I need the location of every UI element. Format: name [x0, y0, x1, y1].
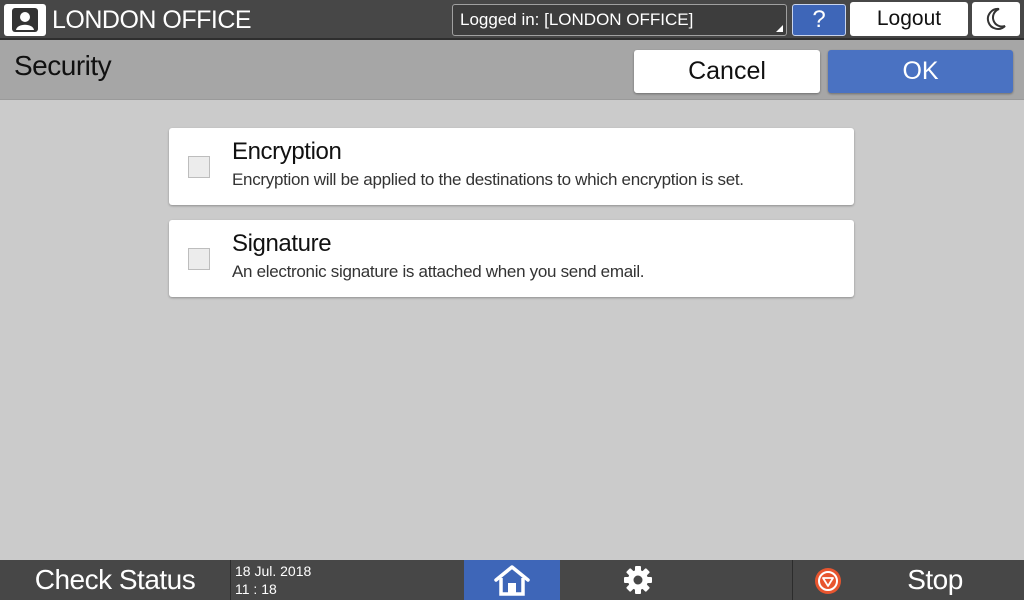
login-status-dropdown[interactable]: Logged in: [LONDON OFFICE] [452, 4, 787, 36]
bottom-bar: Check Status 18 Jul. 2018 11 : 18 Stop [0, 560, 1024, 600]
help-button[interactable]: ? [792, 4, 846, 36]
title-bar: Security Cancel OK [0, 40, 1024, 100]
divider [792, 560, 793, 600]
ok-button[interactable]: OK [828, 50, 1013, 93]
page-title: Security [14, 50, 112, 81]
home-icon [494, 565, 530, 596]
login-status-label: Logged in: [LONDON OFFICE] [460, 10, 694, 29]
energy-saver-button[interactable] [972, 2, 1020, 36]
option-encryption[interactable]: Encryption Encryption will be applied to… [169, 128, 854, 205]
cancel-button[interactable]: Cancel [634, 50, 820, 93]
logout-button[interactable]: Logout [850, 2, 968, 36]
date-time: 18 Jul. 2018 11 : 18 [235, 562, 311, 598]
time-label: 11 : 18 [235, 581, 277, 597]
settings-button[interactable] [560, 560, 716, 600]
stop-button[interactable]: Stop [880, 560, 990, 600]
check-status-button[interactable]: Check Status [0, 560, 230, 600]
stop-icon[interactable] [814, 567, 842, 595]
option-title: Encryption [232, 138, 342, 165]
encryption-checkbox[interactable] [188, 156, 210, 178]
option-description: An electronic signature is attached when… [232, 262, 645, 281]
gear-icon [624, 566, 652, 594]
dropdown-corner-icon [776, 25, 783, 32]
user-name: LONDON OFFICE [52, 6, 252, 34]
user-button[interactable] [4, 4, 46, 36]
home-button[interactable] [464, 560, 560, 600]
date-label: 18 Jul. 2018 [235, 563, 312, 579]
option-signature[interactable]: Signature An electronic signature is att… [169, 220, 854, 297]
signature-checkbox[interactable] [188, 248, 210, 270]
top-bar: LONDON OFFICE Logged in: [LONDON OFFICE]… [0, 0, 1024, 40]
user-icon [12, 8, 38, 32]
option-description: Encryption will be applied to the destin… [232, 170, 744, 189]
moon-icon [986, 7, 1006, 30]
divider [230, 560, 231, 600]
option-title: Signature [232, 230, 332, 257]
